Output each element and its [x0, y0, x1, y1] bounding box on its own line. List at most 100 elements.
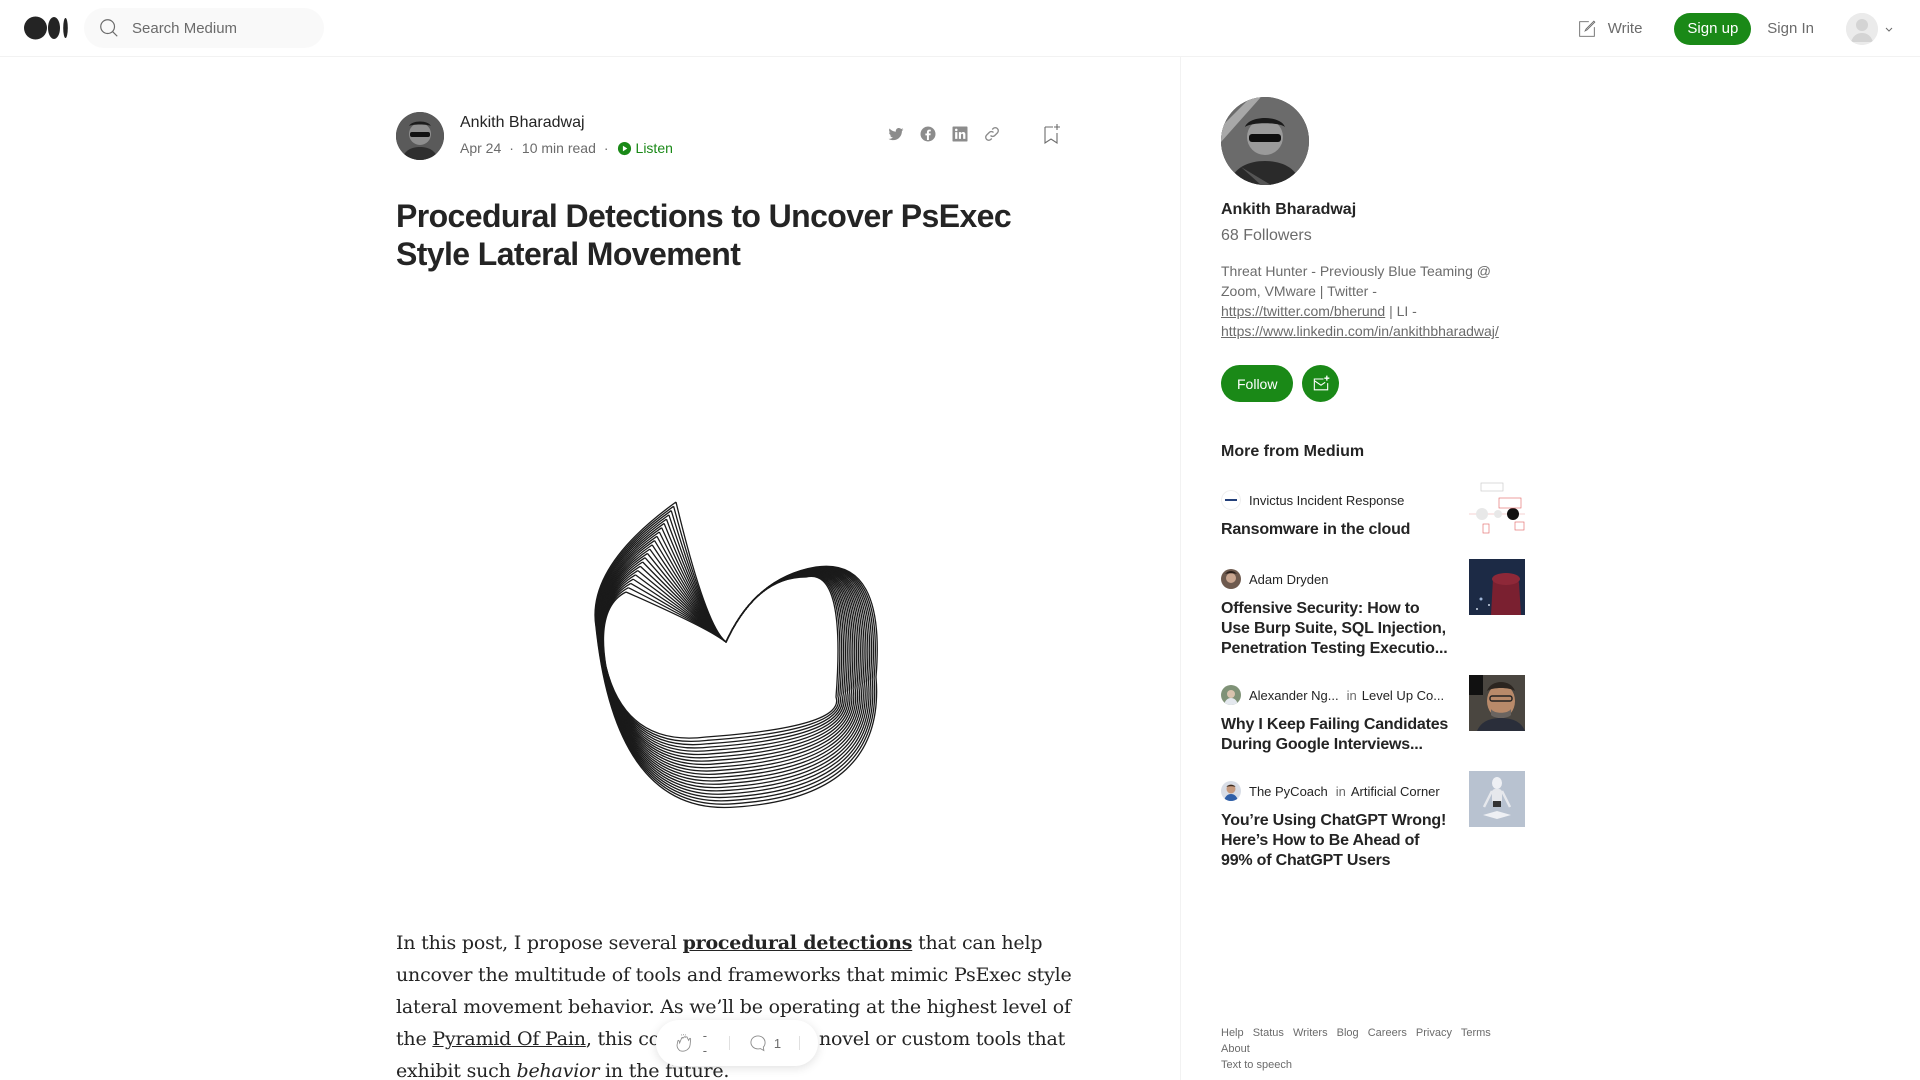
- rec-publication[interactable]: Level Up Co...: [1362, 688, 1444, 703]
- bio-text: | LI -: [1385, 303, 1417, 319]
- write-label: Write: [1607, 20, 1643, 37]
- divider: [799, 1036, 800, 1050]
- user-menu[interactable]: [1846, 12, 1894, 45]
- comment-icon: [750, 1035, 766, 1052]
- bio-text: Threat Hunter - Previously Blue Teaming …: [1221, 263, 1491, 299]
- clap-count: --: [702, 1028, 708, 1058]
- author-avatar[interactable]: [396, 112, 444, 160]
- play-icon: [617, 141, 631, 155]
- footer-links: Help Status Writers Blog Careers Privacy…: [1221, 1025, 1531, 1073]
- floating-action-bar: -- 1: [656, 1020, 818, 1066]
- rec-publication[interactable]: Artificial Corner: [1351, 784, 1440, 799]
- user-silhouette-icon: [1846, 12, 1878, 45]
- procedural-detections-link[interactable]: procedural detections: [683, 932, 913, 954]
- sidebar-author-name[interactable]: Ankith Bharadwaj: [1221, 201, 1356, 219]
- search-input[interactable]: [132, 19, 312, 37]
- top-navigation: Write Sign up Sign In: [0, 0, 1920, 57]
- rec-title[interactable]: You’re Using ChatGPT Wrong! Here’s How t…: [1221, 811, 1451, 871]
- rec-author[interactable]: Adam Dryden: [1249, 572, 1328, 587]
- footer-link-about[interactable]: About: [1221, 1043, 1250, 1055]
- rec-in-label: in: [1346, 687, 1357, 703]
- comments-button[interactable]: 1: [748, 1033, 781, 1053]
- footer-link-writers[interactable]: Writers: [1293, 1027, 1328, 1039]
- twitter-link[interactable]: https://twitter.com/bherund: [1221, 303, 1385, 319]
- rec-thumbnail[interactable]: [1469, 675, 1525, 731]
- user-avatar: [1846, 12, 1878, 45]
- rec-author-avatar: [1221, 685, 1241, 705]
- rec-author[interactable]: The PyCoach: [1249, 784, 1328, 799]
- rec-author-avatar: [1221, 569, 1241, 589]
- write-icon: [1578, 20, 1596, 37]
- linkedin-link[interactable]: https://www.linkedin.com/in/ankithbharad…: [1221, 323, 1499, 339]
- listen-button[interactable]: Listen: [617, 140, 673, 156]
- pyramid-of-pain-link[interactable]: Pyramid Of Pain: [432, 1028, 586, 1050]
- rec-author[interactable]: Alexander Ng...: [1249, 688, 1339, 703]
- rec-title[interactable]: Offensive Security: How to Use Burp Suit…: [1221, 599, 1451, 659]
- clap-icon: [676, 1033, 692, 1052]
- hero-curve: [602, 575, 841, 742]
- write-button[interactable]: Write: [1576, 18, 1643, 40]
- rec-title[interactable]: Why I Keep Failing Candidates During Goo…: [1221, 715, 1451, 755]
- footer-link-terms[interactable]: Terms: [1461, 1027, 1491, 1039]
- author-photo: [396, 112, 444, 160]
- sidebar: Ankith Bharadwaj 68 Followers Threat Hun…: [1221, 57, 1531, 1080]
- search-bar[interactable]: [84, 8, 324, 48]
- rec-byline: The PyCoach in Artificial Corner: [1221, 781, 1440, 801]
- rec-thumbnail[interactable]: [1469, 480, 1525, 536]
- subscribe-email-button[interactable]: [1302, 365, 1339, 402]
- article-meta: Apr 24 · 10 min read · Listen: [460, 140, 673, 156]
- sidebar-author-avatar[interactable]: [1221, 97, 1309, 185]
- rec-title[interactable]: Ransomware in the cloud: [1221, 520, 1451, 540]
- paragraph-text: In this post, I propose several: [396, 932, 683, 954]
- rec-thumbnail[interactable]: [1469, 559, 1525, 615]
- meta-separator: ·: [603, 140, 609, 156]
- read-time: 10 min read: [521, 140, 596, 156]
- hero-image: [396, 357, 1076, 957]
- bookmark-add-icon[interactable]: [1042, 124, 1062, 145]
- rec-author[interactable]: Invictus Incident Response: [1249, 493, 1404, 508]
- divider: [728, 1036, 730, 1050]
- rec-author-avatar: [1221, 781, 1241, 801]
- byline: Ankith Bharadwaj Apr 24 · 10 min read · …: [396, 112, 1076, 162]
- medium-logo-icon[interactable]: [24, 16, 69, 40]
- article-title: Procedural Detections to Uncover PsExec …: [396, 198, 1012, 272]
- sign-in-link[interactable]: Sign In: [1767, 20, 1814, 37]
- followers-count[interactable]: 68 Followers: [1221, 227, 1312, 245]
- hero-curve: [602, 574, 843, 746]
- listen-label: Listen: [635, 140, 673, 156]
- meta-separator: ·: [509, 140, 514, 156]
- rec-author-avatar: [1221, 490, 1241, 510]
- publish-date: Apr 24: [460, 140, 502, 156]
- rec-byline: Adam Dryden: [1221, 569, 1328, 589]
- comment-count: 1: [773, 1035, 782, 1051]
- follow-button[interactable]: Follow: [1221, 365, 1294, 402]
- sign-up-button[interactable]: Sign up: [1674, 12, 1752, 45]
- facebook-icon[interactable]: [918, 124, 938, 144]
- footer-link-status[interactable]: Status: [1253, 1027, 1284, 1039]
- footer-link-help[interactable]: Help: [1221, 1027, 1244, 1039]
- footer-link-privacy[interactable]: Privacy: [1416, 1027, 1452, 1039]
- author-name[interactable]: Ankith Bharadwaj: [460, 114, 585, 132]
- link-icon[interactable]: [982, 124, 1002, 144]
- footer-link-text-to-speech[interactable]: Text to speech: [1221, 1059, 1292, 1071]
- hero-curve: [602, 575, 839, 739]
- twitter-icon[interactable]: [886, 124, 906, 144]
- author-bio: Threat Hunter - Previously Blue Teaming …: [1221, 261, 1521, 341]
- robot-thumbnail: [1469, 771, 1525, 827]
- mail-plus-icon: [1313, 375, 1329, 390]
- footer-link-blog[interactable]: Blog: [1337, 1027, 1359, 1039]
- linkedin-icon[interactable]: [950, 124, 970, 144]
- sidebar-divider: [1180, 57, 1181, 1080]
- search-icon: [100, 19, 118, 37]
- clap-button[interactable]: --: [674, 1028, 711, 1058]
- rec-in-label: in: [1335, 783, 1346, 799]
- more-from-medium-heading: More from Medium: [1221, 443, 1365, 460]
- diagram-thumbnail: [1469, 480, 1525, 536]
- rec-byline: Invictus Incident Response: [1221, 490, 1404, 510]
- rec-byline: Alexander Ng... in Level Up Co...: [1221, 685, 1444, 705]
- footer-link-careers[interactable]: Careers: [1368, 1027, 1407, 1039]
- rec-thumbnail[interactable]: [1469, 771, 1525, 827]
- abstract-line-art: [594, 501, 878, 809]
- emphasis-text: behavior: [516, 1060, 600, 1080]
- hacker-thumbnail: [1469, 559, 1525, 615]
